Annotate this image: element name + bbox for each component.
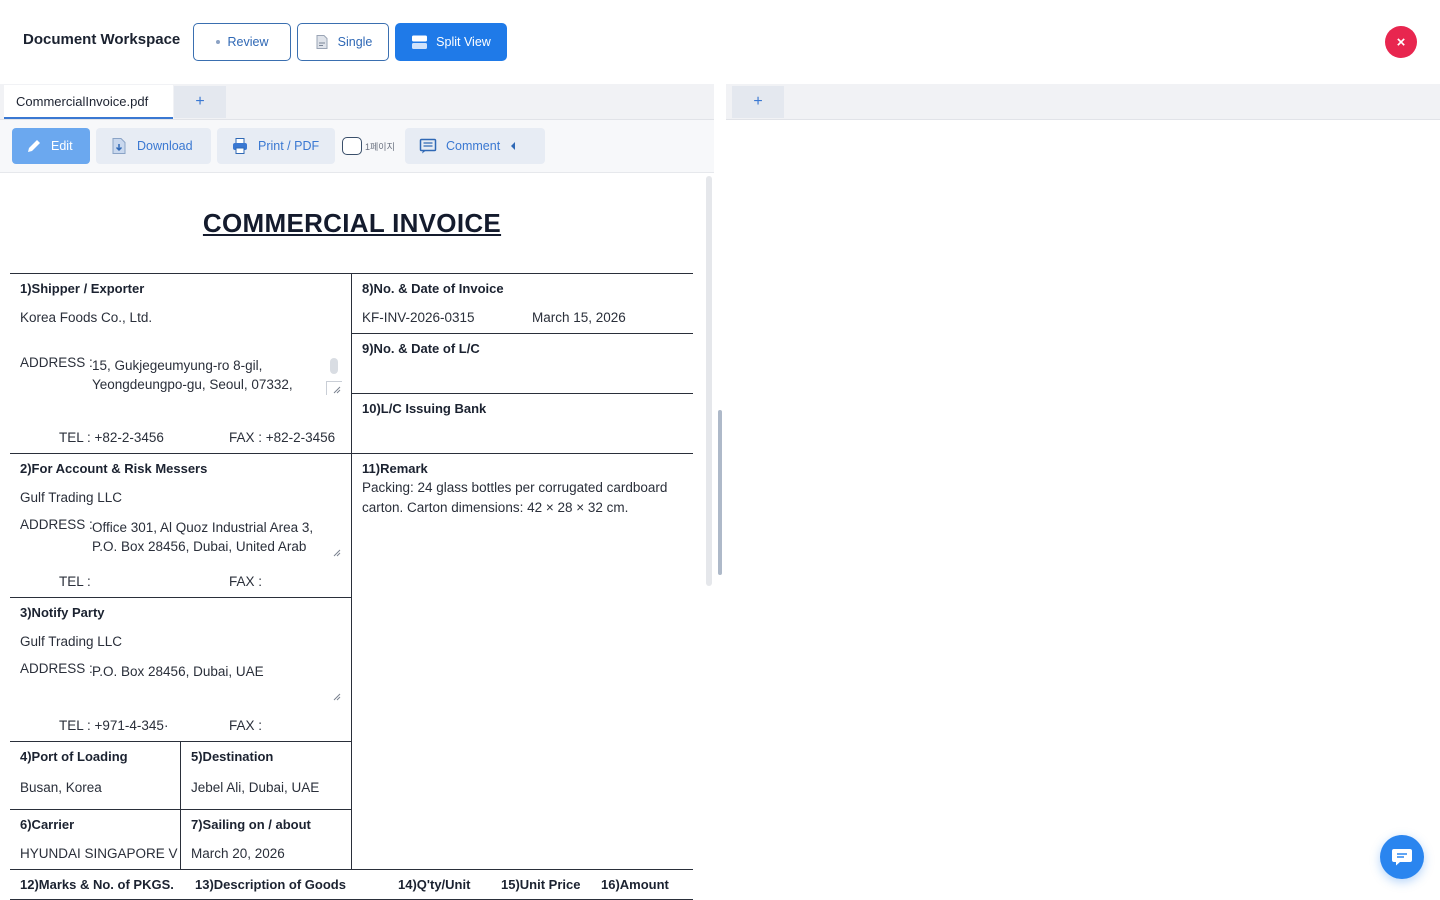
notify-name[interactable]: Gulf Trading LLC bbox=[20, 634, 122, 649]
account-address-field[interactable]: Office 301, Al Quoz Industrial Area 3, P… bbox=[92, 518, 332, 558]
lc-label: 9)No. & Date of L/C bbox=[362, 341, 480, 356]
remark-line-1[interactable]: Packing: 24 glass bottles per corrugated… bbox=[362, 480, 667, 495]
shipper-fax[interactable]: FAX : +82-2-3456 bbox=[229, 430, 335, 445]
resize-grip-icon[interactable] bbox=[333, 693, 341, 701]
grid-line bbox=[10, 809, 352, 810]
invoice-document: COMMERCIAL INVOICE 1)Shipper / Exporter … bbox=[0, 173, 704, 900]
notify-fax[interactable]: FAX : bbox=[229, 718, 262, 733]
file-tab-label: CommercialInvoice.pdf bbox=[16, 93, 149, 109]
close-button[interactable]: × bbox=[1385, 26, 1417, 58]
grid-line bbox=[10, 741, 352, 742]
document-scrollbar[interactable] bbox=[706, 176, 712, 586]
pencil-icon bbox=[28, 140, 40, 152]
page-label: 1페이지 bbox=[365, 141, 395, 152]
grid-line bbox=[180, 741, 181, 869]
resize-grip-icon[interactable] bbox=[333, 386, 341, 394]
sailing-value[interactable]: March 20, 2026 bbox=[191, 846, 285, 861]
review-mode-button[interactable]: Review bbox=[193, 23, 291, 61]
review-mode-label: Review bbox=[227, 35, 269, 49]
caret-left-icon bbox=[511, 142, 516, 150]
account-name[interactable]: Gulf Trading LLC bbox=[20, 490, 122, 505]
marks-column-header: 12)Marks & No. of PKGS. bbox=[20, 877, 174, 892]
document-toolbar: Edit Download Print / PDF 1페이지 Comment bbox=[0, 120, 714, 173]
account-fax[interactable]: FAX : bbox=[229, 574, 262, 589]
grid-line bbox=[10, 597, 352, 598]
port-loading-value[interactable]: Busan, Korea bbox=[20, 780, 102, 795]
grid-line bbox=[10, 453, 693, 454]
carrier-label: 6)Carrier bbox=[20, 817, 75, 832]
shipper-address-label: ADDRESS : bbox=[20, 355, 93, 370]
qty-column-header: 14)Q'ty/Unit bbox=[398, 877, 471, 892]
dot-icon bbox=[215, 40, 220, 44]
account-label: 2)For Account & Risk Messers bbox=[20, 461, 208, 476]
destination-label: 5)Destination bbox=[191, 749, 274, 764]
remark-line-2[interactable]: carton. Carton dimensions: 42 × 28 × 32 … bbox=[362, 500, 628, 515]
unit-price-column-header: 15)Unit Price bbox=[501, 877, 581, 892]
single-mode-button[interactable]: Single bbox=[297, 23, 389, 61]
grid-line bbox=[351, 333, 693, 334]
grid-line bbox=[10, 869, 693, 870]
file-tab[interactable]: CommercialInvoice.pdf bbox=[4, 85, 173, 119]
page-checkbox[interactable] bbox=[342, 137, 362, 155]
close-icon: × bbox=[1396, 33, 1406, 51]
notify-address-label: ADDRESS : bbox=[20, 661, 93, 676]
sailing-label: 7)Sailing on / about bbox=[191, 817, 311, 832]
add-tab-button[interactable]: + bbox=[174, 86, 226, 118]
invoice-number[interactable]: KF-INV-2026-0315 bbox=[362, 310, 475, 325]
download-icon bbox=[112, 138, 126, 154]
chat-icon bbox=[1392, 849, 1412, 866]
grid-line bbox=[351, 273, 352, 869]
notify-address-field[interactable]: P.O. Box 28456, Dubai, UAE bbox=[92, 662, 332, 702]
shipper-tel[interactable]: TEL : +82-2-3456 bbox=[59, 430, 164, 445]
remark-label: 11)Remark bbox=[362, 461, 428, 476]
comment-button[interactable]: Comment bbox=[405, 128, 545, 164]
download-label: Download bbox=[137, 139, 193, 153]
top-bar: Document Workspace Review Single Split V… bbox=[0, 0, 1440, 84]
resize-grip-icon[interactable] bbox=[333, 549, 341, 557]
plus-icon-right: + bbox=[753, 93, 763, 110]
app-title: Document Workspace bbox=[23, 31, 181, 48]
address-scrollbar[interactable] bbox=[330, 358, 338, 374]
comment-label: Comment bbox=[446, 139, 501, 153]
split-divider-handle[interactable] bbox=[718, 410, 722, 575]
plus-icon: + bbox=[195, 93, 205, 110]
description-column-header: 13)Description of Goods bbox=[195, 877, 346, 892]
amount-column-header: 16)Amount bbox=[601, 877, 669, 892]
shipper-address-field[interactable]: 15, Gukjegeumyung-ro 8-gil, Yeongdeungpo… bbox=[92, 356, 322, 396]
download-button[interactable]: Download bbox=[96, 128, 211, 164]
account-address-label: ADDRESS : bbox=[20, 517, 93, 532]
document-icon bbox=[316, 35, 328, 49]
edit-button[interactable]: Edit bbox=[12, 128, 90, 164]
shipper-name[interactable]: Korea Foods Co., Ltd. bbox=[20, 310, 152, 325]
edit-label: Edit bbox=[51, 139, 73, 153]
print-pdf-button[interactable]: Print / PDF bbox=[217, 128, 335, 164]
print-pdf-label: Print / PDF bbox=[258, 139, 320, 153]
notify-tel[interactable]: TEL : +971-4-345· bbox=[59, 718, 168, 733]
left-tab-bar: CommercialInvoice.pdf + bbox=[0, 84, 714, 120]
single-mode-label: Single bbox=[337, 35, 373, 49]
port-loading-label: 4)Port of Loading bbox=[20, 749, 128, 764]
split-view-button[interactable]: Split View bbox=[395, 23, 507, 61]
notify-label: 3)Notify Party bbox=[20, 605, 105, 620]
lc-bank-label: 10)L/C Issuing Bank bbox=[362, 401, 487, 416]
destination-value[interactable]: Jebel Ali, Dubai, UAE bbox=[191, 780, 319, 795]
add-tab-button-right[interactable]: + bbox=[732, 86, 784, 118]
page-select: 1페이지 bbox=[342, 137, 395, 155]
split-view-icon bbox=[412, 35, 428, 49]
account-tel[interactable]: TEL : bbox=[59, 574, 91, 589]
right-tab-bar: + bbox=[726, 84, 1440, 120]
invoice-title: COMMERCIAL INVOICE bbox=[202, 208, 502, 238]
grid-line bbox=[351, 393, 693, 394]
carrier-value[interactable]: HYUNDAI SINGAPORE V bbox=[20, 846, 178, 861]
chat-button[interactable] bbox=[1380, 835, 1424, 879]
printer-icon bbox=[233, 138, 247, 154]
invoice-date[interactable]: March 15, 2026 bbox=[532, 310, 626, 325]
shipper-label: 1)Shipper / Exporter bbox=[20, 281, 145, 296]
comment-icon bbox=[419, 138, 437, 154]
split-view-label: Split View bbox=[436, 35, 491, 49]
invoice-no-label: 8)No. & Date of Invoice bbox=[362, 281, 504, 296]
